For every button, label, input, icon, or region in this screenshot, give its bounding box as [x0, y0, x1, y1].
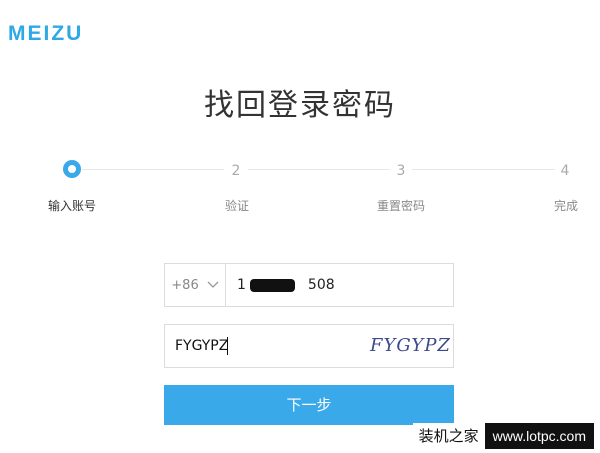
step-2-label: 验证 [225, 199, 250, 213]
step-1-label: 输入账号 [48, 199, 97, 213]
next-step-button[interactable]: 下一步 [164, 385, 454, 425]
country-code-select[interactable]: +86 [165, 264, 226, 306]
step-connector [412, 169, 555, 170]
captcha-input[interactable]: FYGYPZ [175, 325, 228, 367]
redaction-mark [250, 279, 295, 292]
step-2-indicator: 2 [227, 160, 245, 179]
page-title: 找回登录密码 [204, 88, 396, 123]
step-3-number: 3 [396, 163, 406, 179]
captcha-field[interactable]: FYGYPZ FYGYPZ [164, 324, 454, 368]
country-code-value: +86 [171, 277, 199, 293]
chevron-down-icon [207, 281, 219, 288]
watermark-text: 装机之家 [412, 423, 485, 449]
phone-prefix: 1 [237, 277, 246, 293]
phone-field[interactable]: +86 1 508 [164, 263, 454, 307]
step-active-dot-icon [63, 160, 81, 178]
step-4-number: 4 [560, 163, 570, 179]
meizu-logo: MEIZU [8, 22, 84, 45]
phone-suffix: 508 [307, 277, 335, 293]
step-2-number: 2 [231, 163, 241, 179]
step-4-label: 完成 [554, 199, 579, 213]
step-3-indicator: 3 [392, 160, 410, 179]
captcha-image[interactable]: FYGYPZ [370, 333, 450, 359]
site-watermark: 装机之家 www.lotpc.com [412, 423, 594, 449]
text-caret [227, 337, 228, 355]
step-3-label: 重置密码 [377, 199, 426, 213]
watermark-url: www.lotpc.com [484, 423, 594, 449]
step-connector [82, 169, 224, 170]
step-1-indicator [63, 160, 81, 178]
step-4-indicator: 4 [556, 160, 574, 179]
step-connector [248, 169, 390, 170]
